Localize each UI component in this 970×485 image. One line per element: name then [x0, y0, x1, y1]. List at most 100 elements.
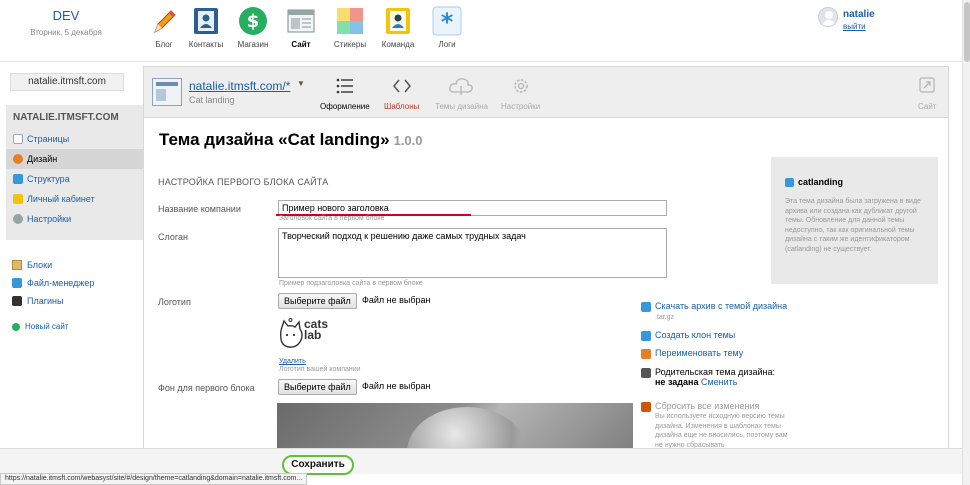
- app-blog[interactable]: Блог: [141, 6, 187, 49]
- svg-text:*: *: [441, 8, 454, 36]
- dollar-icon: $: [238, 6, 268, 36]
- app-site[interactable]: Сайт: [278, 6, 324, 49]
- sidebar-item-settings[interactable]: Настройки: [6, 209, 144, 229]
- status-bar-url: https://natalie.itmsft.com/webasyst/site…: [0, 473, 308, 485]
- account-name[interactable]: DEV: [0, 8, 132, 23]
- logout-link[interactable]: выйти: [843, 22, 866, 31]
- background-choose-file-button[interactable]: Выберите файл: [278, 379, 357, 395]
- tab-label: Темы дизайна: [435, 102, 488, 111]
- tab-label: Сайт: [918, 102, 937, 111]
- app-logs[interactable]: * Логи: [424, 6, 470, 49]
- account-block[interactable]: DEV Вторник, 5 декабря: [0, 8, 132, 37]
- theme-thumbnail: [152, 78, 182, 106]
- app-label: Логи: [438, 40, 456, 49]
- team-icon: [383, 6, 413, 36]
- sidebar-item-label: Личный кабинет: [27, 194, 95, 204]
- app-label: Магазин: [237, 40, 269, 49]
- app-contacts[interactable]: Контакты: [183, 6, 229, 49]
- theme-domain-link[interactable]: natalie.itmsft.com/*: [189, 79, 290, 93]
- company-name-hint: Заголовок сайта в первом блоке: [279, 215, 385, 222]
- rename-label: Переименовать тему: [655, 348, 744, 358]
- app-label: Блог: [155, 40, 173, 49]
- tab-settings[interactable]: Настройки: [501, 76, 540, 111]
- site-selector[interactable]: natalie.itmsft.com: [10, 73, 124, 91]
- save-bar: [0, 448, 970, 474]
- sidebar-item-blocks[interactable]: Блоки: [12, 260, 52, 270]
- sidebar-item-label: Файл-менеджер: [27, 278, 95, 288]
- stickers-icon: [335, 6, 365, 36]
- sidebar-item-file-manager[interactable]: Файл-менеджер: [12, 278, 94, 288]
- app-label: Стикеры: [333, 40, 367, 49]
- sidebar-item-design[interactable]: Дизайн: [6, 149, 144, 169]
- structure-icon: [13, 174, 23, 184]
- site-icon: [286, 6, 316, 36]
- section-title: НАСТРОЙКА ПЕРВОГО БЛОКА САЙТА: [158, 177, 329, 187]
- parent-theme-text: Родительская тема дизайна: не задана Смен…: [655, 367, 776, 387]
- pencil-icon: [641, 349, 651, 359]
- logo-choose-file-button[interactable]: Выберите файл: [278, 293, 357, 309]
- app-label: Команда: [381, 40, 415, 49]
- gear-icon: [501, 76, 540, 96]
- scrollbar-thumb[interactable]: [964, 2, 970, 62]
- top-bar: DEV Вторник, 5 декабря Блог Контакты $ М…: [0, 0, 970, 62]
- theme-name: Cat landing: [189, 95, 235, 105]
- tab-appearance[interactable]: Оформление: [320, 76, 370, 111]
- parent-theme-row: Родительская тема дизайна: не задана Смен…: [641, 367, 791, 387]
- parent-theme-icon: [641, 368, 651, 378]
- tab-templates[interactable]: Шаблоны: [384, 76, 419, 111]
- logo-text: cats lab: [304, 317, 329, 342]
- clone-icon: [641, 331, 651, 341]
- chevron-down-icon[interactable]: ▼: [297, 79, 305, 88]
- theme-version: 1.0.0: [393, 133, 423, 148]
- logo-hint: Логотип вашей компании: [279, 366, 361, 373]
- brush-icon: [641, 402, 651, 412]
- app-shop[interactable]: $ Магазин: [230, 6, 276, 49]
- cloud-icon: [435, 76, 488, 96]
- download-icon: [641, 302, 651, 312]
- logo-delete-link[interactable]: Удалить: [279, 358, 306, 365]
- new-site-link[interactable]: Новый сайт: [12, 322, 69, 331]
- page-scrollbar[interactable]: [962, 0, 970, 485]
- logo-label: Логотип: [158, 297, 191, 307]
- blocks-icon: [12, 260, 22, 270]
- reset-changes-link[interactable]: Сбросить все изменения: [641, 401, 791, 412]
- app-stickers[interactable]: Стикеры: [327, 6, 373, 49]
- change-parent-link[interactable]: Сменить: [701, 377, 738, 387]
- clone-label: Создать клон темы: [655, 330, 736, 340]
- sidebar-item-label: Настройки: [27, 214, 72, 224]
- add-icon: [12, 322, 20, 331]
- external-link-icon: [918, 76, 936, 96]
- sidebar-item-structure[interactable]: Структура: [6, 169, 144, 189]
- design-toolbar: natalie.itmsft.com/* ▼ Cat landing Оформ…: [144, 67, 948, 118]
- app-label: Контакты: [188, 40, 224, 49]
- logo-file-status: Файл не выбран: [362, 295, 431, 305]
- rename-theme-link[interactable]: Переименовать тему: [641, 348, 791, 359]
- file-manager-icon: [12, 278, 22, 288]
- code-icon: [384, 76, 419, 96]
- sidebar-item-pages[interactable]: Страницы: [6, 129, 144, 149]
- theme-id: catlanding: [785, 177, 843, 187]
- tab-label: Оформление: [320, 102, 370, 111]
- save-button[interactable]: Сохранить: [282, 455, 354, 475]
- background-label: Фон для первого блока: [158, 383, 255, 393]
- sidebar-item-label: Структура: [27, 174, 70, 184]
- sidebar-item-personal-account[interactable]: Личный кабинет: [6, 189, 144, 209]
- pencil-icon: [149, 6, 179, 36]
- app-team[interactable]: Команда: [375, 6, 421, 49]
- asterisk-icon: *: [432, 6, 462, 36]
- tab-label: Настройки: [501, 102, 541, 111]
- page-title-text: Тема дизайна «Cat landing»: [159, 130, 390, 149]
- view-site-button[interactable]: Сайт: [918, 76, 936, 111]
- clone-theme-link[interactable]: Создать клон темы: [641, 330, 791, 341]
- avatar[interactable]: [818, 7, 838, 27]
- sidebar-item-plugins[interactable]: Плагины: [12, 296, 63, 306]
- share-icon: [785, 177, 794, 187]
- theme-id-text: catlanding: [798, 177, 844, 187]
- company-name-label: Название компании: [158, 204, 241, 214]
- sidebar-nav: NATALIE.ITMSFT.COM Страницы Дизайн Струк…: [6, 105, 144, 240]
- slogan-textarea[interactable]: [278, 228, 667, 278]
- user-name[interactable]: natalie: [843, 9, 875, 20]
- tab-design-themes[interactable]: Темы дизайна: [435, 76, 488, 111]
- reset-label: Сбросить все изменения: [655, 401, 760, 411]
- download-archive-link[interactable]: Скачать архив с темой дизайна .tar.gz: [641, 301, 791, 321]
